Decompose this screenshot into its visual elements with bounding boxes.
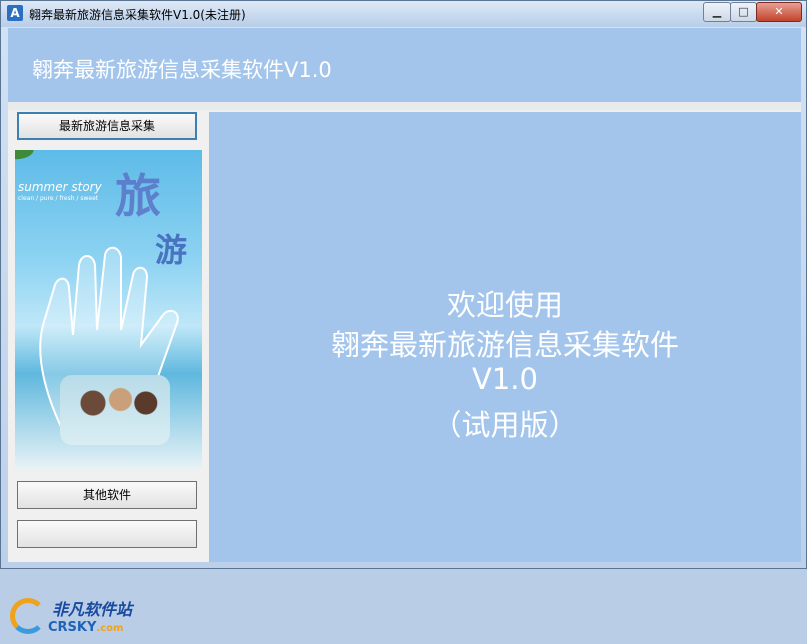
client-area: 翱奔最新旅游信息采集软件V1.0 最新旅游信息采集 summer story c… — [8, 28, 801, 635]
header-title: 翱奔最新旅游信息采集软件V1.0 — [32, 58, 332, 82]
divider — [8, 102, 801, 110]
travel-promo-image: summer story clean / pure / fresh / swee… — [15, 150, 202, 470]
window-title: 翱奔最新旅游信息采集软件V1.0(未注册) — [29, 8, 246, 22]
close-button[interactable]: ✕ — [756, 2, 802, 22]
app-icon[interactable]: A — [7, 5, 23, 21]
crsky-watermark: 非凡软件站 CRSKY.com — [8, 594, 168, 644]
travelers-photo — [60, 375, 170, 445]
other-software-button[interactable]: 其他软件 — [17, 481, 197, 509]
sidebar-extra-button[interactable] — [17, 520, 197, 548]
promo-tagline: clean / pure / fresh / sweet — [18, 195, 99, 202]
maximize-button[interactable]: □ — [730, 2, 757, 22]
minimize-button[interactable]: ▁ — [703, 2, 731, 22]
title-bar[interactable]: A 翱奔最新旅游信息采集软件V1.0(未注册) ▁ □ ✕ — [1, 1, 806, 27]
crsky-logo-icon — [10, 598, 46, 634]
promo-char-lv: 旅 — [115, 169, 161, 223]
watermark-en: CRSKY — [48, 620, 97, 635]
travel-info-collect-button[interactable]: 最新旅游信息采集 — [17, 112, 197, 140]
watermark-cn-text: 非凡软件站 — [52, 600, 133, 619]
welcome-trial-label: （试用版） — [432, 408, 578, 442]
header-banner: 翱奔最新旅游信息采集软件V1.0 — [8, 28, 801, 102]
welcome-line: 欢迎使用 — [446, 288, 563, 322]
welcome-panel: 欢迎使用 翱奔最新旅游信息采集软件 V1.0 （试用版） — [209, 112, 801, 562]
sidebar: 最新旅游信息采集 summer story clean / pure / fre… — [8, 110, 207, 635]
welcome-version: V1.0 — [472, 362, 538, 396]
welcome-product-name: 翱奔最新旅游信息采集软件 — [330, 328, 679, 362]
palm-leaf-decoration — [15, 150, 55, 170]
app-window: A 翱奔最新旅游信息采集软件V1.0(未注册) ▁ □ ✕ 翱奔最新旅游信息采集… — [0, 0, 807, 635]
watermark-en-suffix: .com — [96, 623, 124, 634]
promo-summer-text: summer story — [18, 180, 102, 194]
watermark-en-text: CRSKY.com — [48, 620, 123, 635]
